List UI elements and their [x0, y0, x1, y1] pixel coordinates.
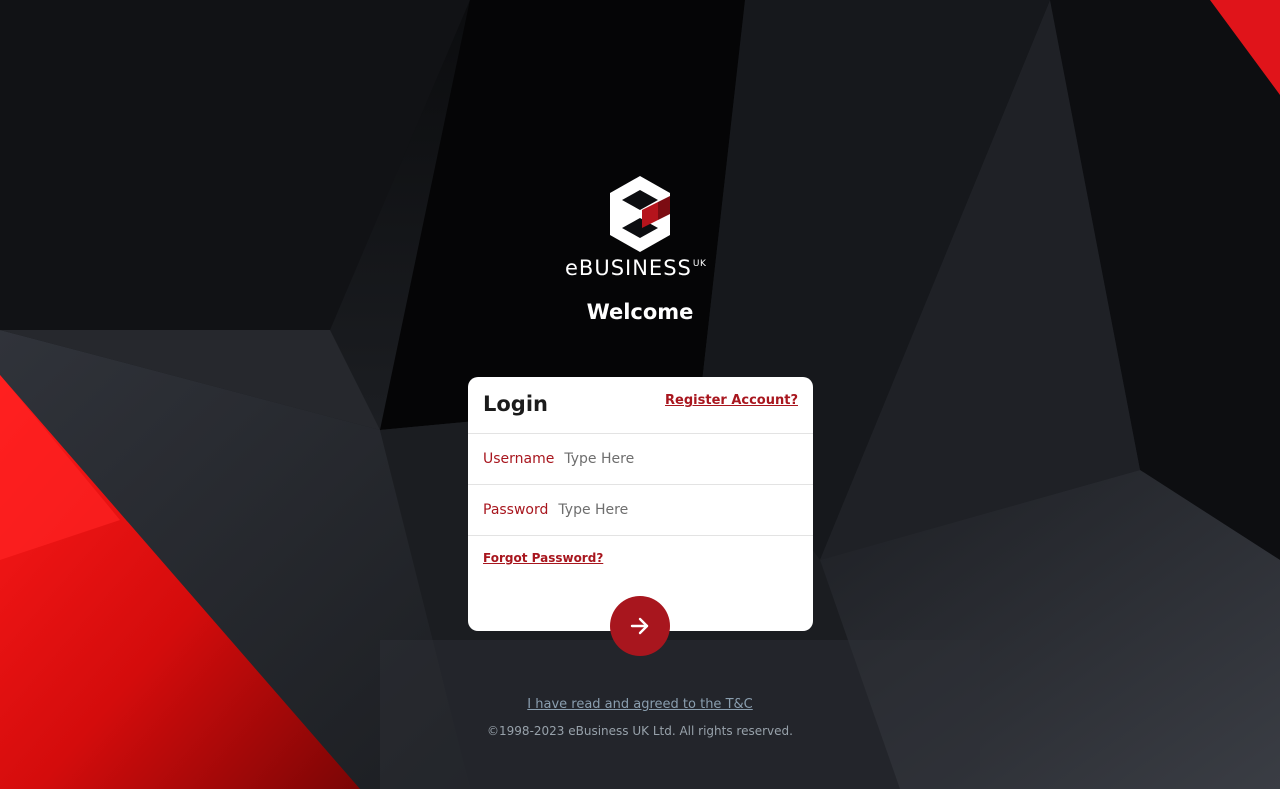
- brand-name: eBUSINESS: [565, 256, 692, 280]
- login-card: Login Register Account? Username Passwor…: [468, 377, 813, 631]
- welcome-heading: Welcome: [586, 300, 694, 324]
- brand-logo: eBUSINESSUK: [560, 172, 720, 280]
- login-card-header: Login Register Account?: [468, 377, 813, 434]
- username-row: Username: [468, 434, 813, 485]
- username-label: Username: [483, 451, 555, 467]
- forgot-password-link[interactable]: Forgot Password?: [483, 551, 603, 565]
- register-account-link[interactable]: Register Account?: [665, 393, 798, 408]
- brand-suffix: UK: [692, 259, 707, 269]
- password-label: Password: [483, 502, 549, 518]
- password-row: Password: [468, 485, 813, 536]
- arrow-right-icon: [630, 617, 649, 635]
- copyright-text: ©1998-2023 eBusiness UK Ltd. All rights …: [487, 724, 793, 738]
- brand-wordmark: eBUSINESSUK: [565, 256, 715, 280]
- ebusiness-logo-icon: [610, 176, 670, 252]
- username-input[interactable]: [564, 451, 785, 467]
- password-input[interactable]: [558, 502, 779, 518]
- terms-and-conditions-link[interactable]: I have read and agreed to the T&C: [0, 697, 1280, 712]
- login-title: Login: [483, 392, 548, 416]
- login-submit-button[interactable]: [610, 596, 670, 656]
